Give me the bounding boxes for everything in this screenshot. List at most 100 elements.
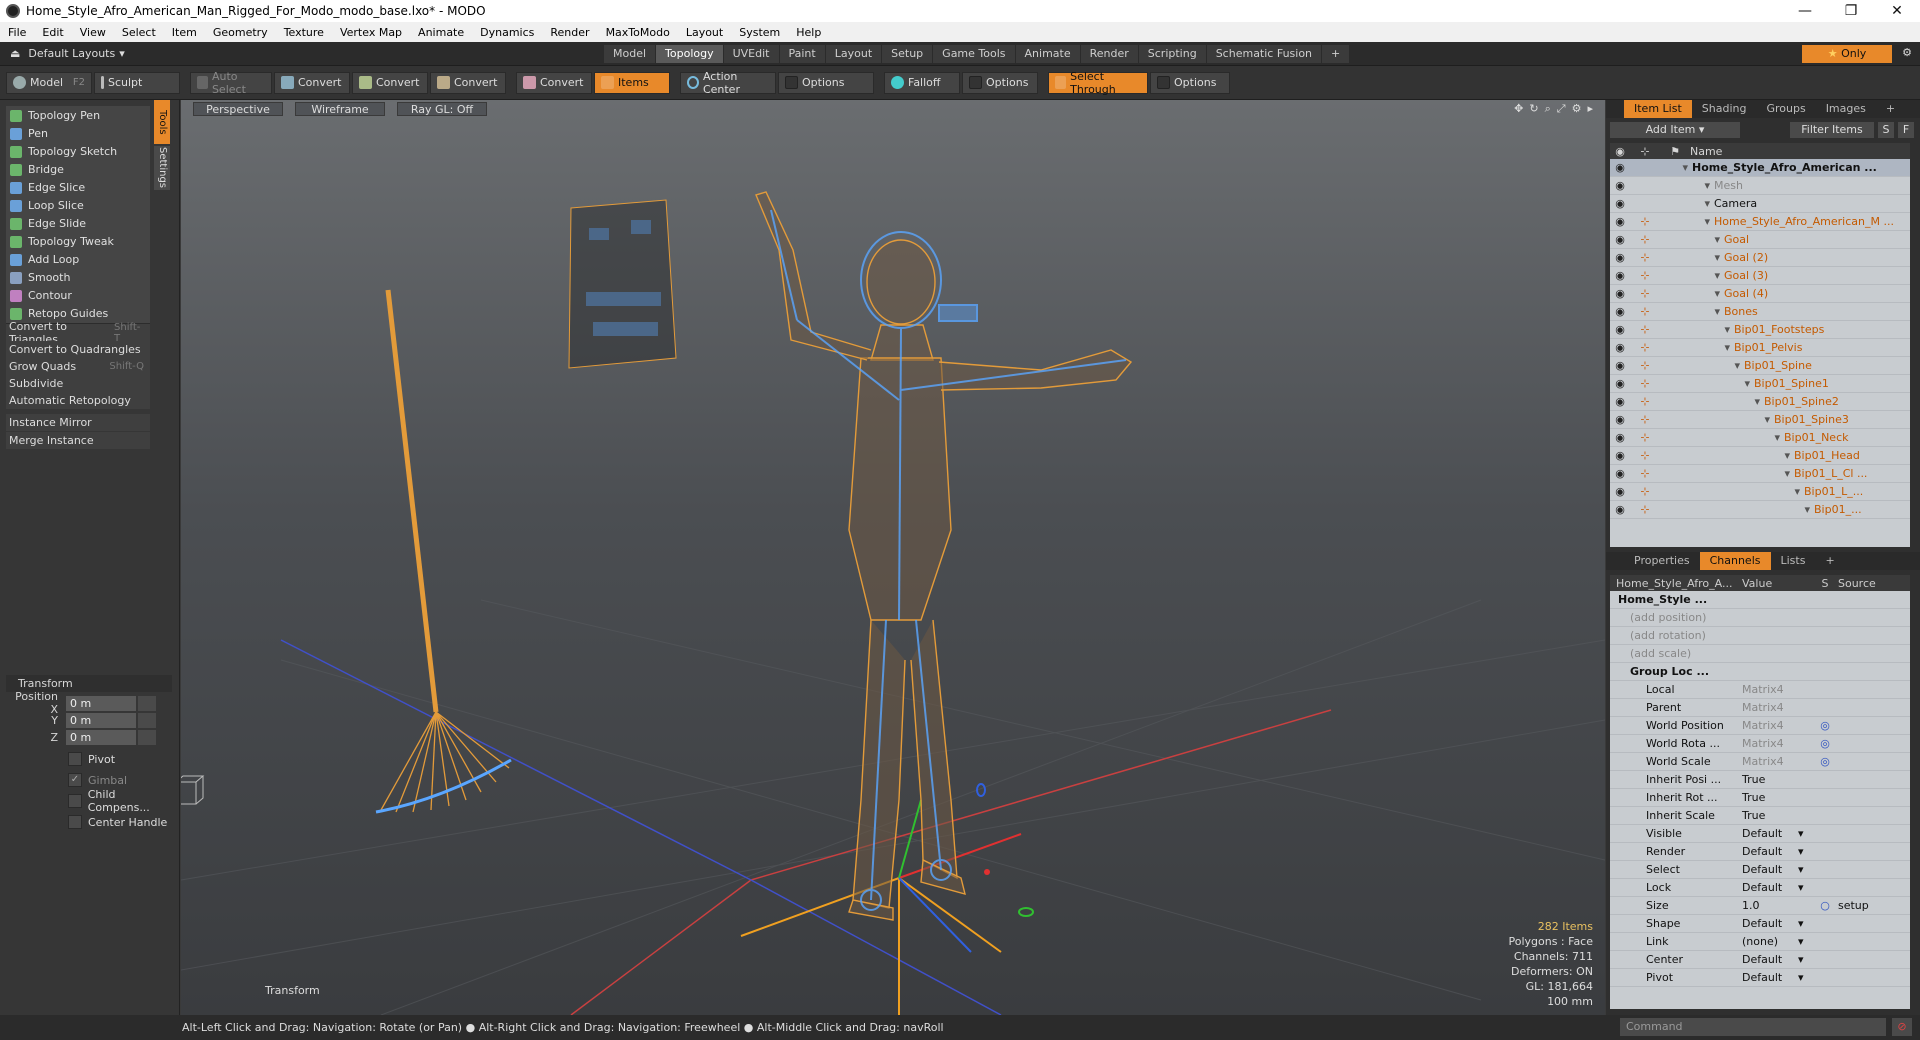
tree-expand-icon[interactable]: ▾ bbox=[1660, 179, 1714, 192]
channel-value[interactable]: Matrix4 bbox=[1738, 701, 1816, 714]
eye-icon[interactable]: ◉ bbox=[1610, 287, 1630, 300]
item-row[interactable]: ◉ ⊹ ▾ Home_Style_Afro_American_M ... bbox=[1610, 213, 1910, 231]
channel-value[interactable]: Matrix4 bbox=[1738, 683, 1816, 696]
command-instance-mirror[interactable]: Instance Mirror bbox=[6, 414, 150, 431]
tool-loop-slice[interactable]: Loop Slice bbox=[6, 196, 150, 216]
tool-topology-sketch[interactable]: Topology Sketch bbox=[6, 142, 150, 162]
lock-toggle[interactable]: ⊹ bbox=[1630, 305, 1660, 318]
position-z-reset[interactable] bbox=[138, 729, 156, 745]
item-row[interactable]: ◉ ⊹ ▾ Goal (2) bbox=[1610, 249, 1910, 267]
item-row[interactable]: ◉ ⊹ ▾ Bip01_Spine2 bbox=[1610, 393, 1910, 411]
channel-row[interactable]: Local Matrix4 bbox=[1610, 681, 1910, 699]
sculpt-mode-button[interactable]: Sculpt bbox=[94, 71, 180, 94]
eye-icon[interactable]: ◉ bbox=[1610, 359, 1630, 372]
channel-row[interactable]: Link (none) ▾ bbox=[1610, 933, 1910, 951]
item-row[interactable]: ◉ ⊹ ▾ Bip01_L_... bbox=[1610, 483, 1910, 501]
menu-file[interactable]: File bbox=[0, 26, 34, 39]
layout-tab-game-tools[interactable]: Game Tools bbox=[933, 45, 1015, 63]
tool-contour[interactable]: Contour bbox=[6, 286, 150, 306]
gear-icon[interactable]: ⚙ bbox=[1902, 46, 1912, 59]
channel-row[interactable]: (add position) bbox=[1610, 609, 1910, 627]
lock-toggle[interactable]: ⊹ bbox=[1630, 359, 1660, 372]
menu-help[interactable]: Help bbox=[788, 26, 829, 39]
lock-toggle[interactable]: ⊹ bbox=[1630, 395, 1660, 408]
lock-toggle[interactable]: ⊹ bbox=[1630, 215, 1660, 228]
item-row[interactable]: ◉ ⊹ ▾ Bip01_Pelvis bbox=[1610, 339, 1910, 357]
lock-toggle[interactable]: ⊹ bbox=[1630, 431, 1660, 444]
tree-expand-icon[interactable]: ▾ bbox=[1660, 377, 1754, 390]
tools-tab[interactable]: Tools bbox=[154, 100, 170, 144]
channel-value[interactable]: True bbox=[1738, 791, 1816, 804]
model-mode-button[interactable]: Model F2 bbox=[6, 71, 92, 94]
eye-icon[interactable]: ◉ bbox=[1610, 323, 1630, 336]
layout-tab-topology[interactable]: Topology bbox=[656, 45, 723, 63]
tool-topology-pen[interactable]: Topology Pen bbox=[6, 106, 150, 126]
action-center-options-button[interactable]: Options bbox=[778, 71, 874, 94]
channel-value[interactable]: 1.0 bbox=[1738, 899, 1816, 912]
chevron-down-icon[interactable]: ▾ bbox=[1798, 827, 1812, 840]
item-row[interactable]: ◉ ⊹ ▾ Goal (4) bbox=[1610, 285, 1910, 303]
minimize-button[interactable]: — bbox=[1782, 3, 1828, 19]
chevron-down-icon[interactable]: ▾ bbox=[1798, 881, 1812, 894]
channel-row[interactable]: Center Default ▾ bbox=[1610, 951, 1910, 969]
layout-tab-schematic-fusion[interactable]: Schematic Fusion bbox=[1206, 45, 1322, 63]
eye-icon[interactable]: ◉ bbox=[1610, 503, 1630, 516]
channel-row[interactable]: World Scale Matrix4 ◎ bbox=[1610, 753, 1910, 771]
eye-icon[interactable]: ◉ bbox=[1610, 377, 1630, 390]
channel-value[interactable]: Matrix4 bbox=[1738, 755, 1816, 768]
chevron-down-icon[interactable]: ▾ bbox=[1798, 935, 1812, 948]
chevron-down-icon[interactable]: ▾ bbox=[1798, 845, 1812, 858]
lock-toggle[interactable]: ⊹ bbox=[1630, 413, 1660, 426]
tool-smooth[interactable]: Smooth bbox=[6, 268, 150, 288]
tool-pen[interactable]: Pen bbox=[6, 124, 150, 144]
tree-expand-icon[interactable]: ▾ bbox=[1660, 233, 1724, 246]
item-row[interactable]: ◉ ⊹ ▾ Bip01_Neck bbox=[1610, 429, 1910, 447]
command-automatic-retopology[interactable]: Automatic Retopology bbox=[6, 392, 150, 409]
lock-toggle[interactable]: ⊹ bbox=[1630, 449, 1660, 462]
default-layouts-dropdown[interactable]: ⏏ Default Layouts ▾ bbox=[0, 47, 125, 60]
eye-icon[interactable]: ◉ bbox=[1610, 233, 1630, 246]
channel-state-icon[interactable]: ◎ bbox=[1816, 719, 1834, 732]
menu-texture[interactable]: Texture bbox=[276, 26, 332, 39]
source-column-header[interactable]: Source bbox=[1834, 577, 1904, 590]
tool-edge-slide[interactable]: Edge Slide bbox=[6, 214, 150, 234]
eye-icon[interactable]: ◉ bbox=[1610, 485, 1630, 498]
menu-edit[interactable]: Edit bbox=[34, 26, 71, 39]
chevron-down-icon[interactable]: ▾ bbox=[1798, 971, 1812, 984]
tree-expand-icon[interactable]: ▾ bbox=[1660, 413, 1774, 426]
convert-materials-button[interactable]: Convert bbox=[516, 71, 592, 94]
channel-state-icon[interactable]: ◎ bbox=[1816, 755, 1834, 768]
eye-icon[interactable]: ◉ bbox=[1610, 413, 1630, 426]
menu-render[interactable]: Render bbox=[542, 26, 597, 39]
position-x-reset[interactable] bbox=[138, 695, 156, 711]
command-subdivide[interactable]: Subdivide bbox=[6, 375, 150, 392]
pivot-checkbox[interactable]: Pivot bbox=[68, 750, 115, 768]
layout-tab-animate[interactable]: Animate bbox=[1015, 45, 1080, 63]
layout-tab-render[interactable]: Render bbox=[1080, 45, 1138, 63]
items-mode-button[interactable]: Items bbox=[594, 71, 670, 94]
tree-expand-icon[interactable]: ▾ bbox=[1660, 503, 1814, 516]
layout-tab-layout[interactable]: Layout bbox=[825, 45, 882, 63]
lock-toggle[interactable]: ⊹ bbox=[1630, 377, 1660, 390]
eye-icon[interactable]: ◉ bbox=[1610, 305, 1630, 318]
lock-toggle[interactable]: ⊹ bbox=[1630, 269, 1660, 282]
lock-toggle[interactable]: ⊹ bbox=[1630, 503, 1660, 516]
menu-geometry[interactable]: Geometry bbox=[205, 26, 276, 39]
convert-edges-button[interactable]: Convert bbox=[352, 71, 428, 94]
item-row[interactable]: ◉ ⊹ ▾ Bip01_Spine bbox=[1610, 357, 1910, 375]
channel-row[interactable]: Group Loc ... bbox=[1610, 663, 1910, 681]
tree-expand-icon[interactable]: ▾ bbox=[1660, 161, 1692, 174]
channel-row[interactable]: World Rota ... Matrix4 ◎ bbox=[1610, 735, 1910, 753]
channel-row[interactable]: Parent Matrix4 bbox=[1610, 699, 1910, 717]
channel-name-column-header[interactable]: Home_Style_Afro_A... bbox=[1610, 577, 1738, 590]
channel-value[interactable]: Matrix4 bbox=[1738, 719, 1816, 732]
tree-expand-icon[interactable]: ▾ bbox=[1660, 323, 1734, 336]
layout-tab-setup[interactable]: Setup bbox=[882, 45, 933, 63]
lock-toggle[interactable]: ⊹ bbox=[1630, 485, 1660, 498]
add-tab-icon[interactable]: + bbox=[1815, 552, 1844, 570]
tree-expand-icon[interactable]: ▾ bbox=[1660, 305, 1724, 318]
channel-state-icon[interactable]: ◎ bbox=[1816, 737, 1834, 750]
tree-expand-icon[interactable]: ▾ bbox=[1660, 341, 1734, 354]
eye-icon[interactable]: ◉ bbox=[1610, 179, 1630, 192]
item-row[interactable]: ◉ ⊹ ▾ Bip01_Head bbox=[1610, 447, 1910, 465]
